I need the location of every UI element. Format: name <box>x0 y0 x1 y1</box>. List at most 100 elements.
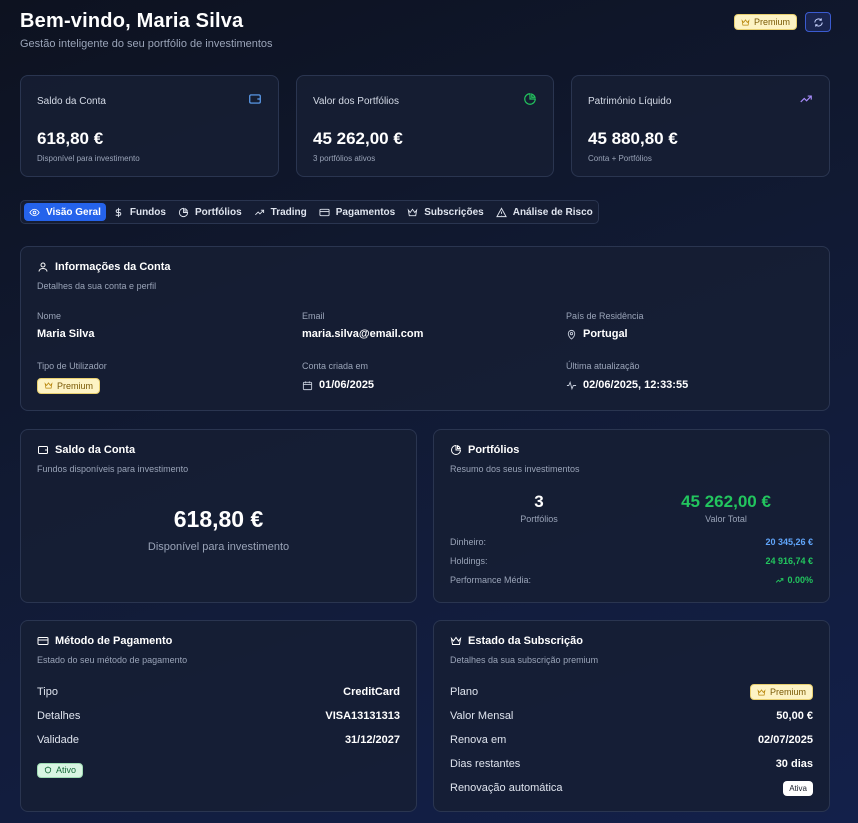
portfolio-count: 3 <box>534 492 544 511</box>
wallet-icon <box>249 94 261 104</box>
section-subtitle: Resumo dos seus investimentos <box>450 464 580 474</box>
wallet-icon <box>38 446 48 454</box>
header-actions: Premium <box>733 12 831 32</box>
crown-icon <box>407 208 418 216</box>
name-value: Maria Silva <box>37 328 95 340</box>
stat-label: Património Líquido <box>588 96 672 107</box>
refresh-button[interactable] <box>805 12 831 32</box>
stat-label: Valor dos Portfólios <box>313 96 399 107</box>
section-title: Saldo da Conta <box>37 444 135 456</box>
email-value: maria.silva@email.com <box>302 328 424 340</box>
payment-type-row: Tipo CreditCard <box>37 686 400 698</box>
shield-icon <box>44 766 52 774</box>
pie-chart-icon <box>451 444 462 455</box>
payment-method-card: Método de Pagamento Estado do seu método… <box>20 620 417 812</box>
stat-sub: 3 portfólios ativos <box>313 154 376 163</box>
pie-chart-icon <box>524 93 536 105</box>
name-label: Nome <box>37 311 62 321</box>
balance-caption: Disponível para investimento <box>147 541 290 553</box>
tab-funds[interactable]: Fundos <box>108 203 171 221</box>
map-pin-icon <box>567 329 576 340</box>
payment-details-row: Detalhes VISA13131313 <box>37 710 400 722</box>
auto-renew-row: Renovação automática Ativa <box>450 780 813 796</box>
stat-card-net-worth: Património Líquido 45 880,80 € Conta + P… <box>571 75 830 177</box>
premium-badge-label: Premium <box>753 17 790 27</box>
payment-validity-row: Validade 31/12/2027 <box>37 734 400 746</box>
cash-row: Dinheiro: 20 345,26 € <box>450 537 813 547</box>
tab-label: Pagamentos <box>335 206 396 218</box>
tab-label: Análise de Risco <box>512 206 593 218</box>
tab-risk-analysis[interactable]: Análise de Risco <box>491 203 598 221</box>
stat-value: 618,80 € <box>37 129 104 148</box>
stat-sub: Disponível para investimento <box>37 154 140 163</box>
section-subtitle: Detalhes da sua conta e perfil <box>37 281 157 291</box>
tab-label: Portfólios <box>194 206 242 218</box>
created-value: 01/06/2025 <box>302 379 374 391</box>
crown-icon <box>741 18 750 25</box>
auto-renew-badge: Ativa <box>783 780 813 796</box>
holdings-row: Holdings: 24 916,74 € <box>450 556 813 566</box>
tab-label: Fundos <box>129 206 166 218</box>
stat-sub: Conta + Portfólios <box>588 154 652 163</box>
updated-value: 02/06/2025, 12:33:55 <box>566 379 688 391</box>
tab-label: Trading <box>270 206 307 218</box>
section-title: Estado da Subscrição <box>450 635 583 647</box>
calendar-icon <box>302 380 313 390</box>
premium-badge: Premium <box>749 684 813 700</box>
trending-up-icon <box>776 577 784 583</box>
premium-badge: Premium <box>37 377 101 394</box>
user-icon <box>38 262 48 272</box>
activity-icon <box>566 380 577 390</box>
crown-icon <box>44 382 53 389</box>
country-value: Portugal <box>566 328 628 340</box>
credit-card-icon <box>37 637 49 645</box>
page-subtitle: Gestão inteligente do seu portfólio de i… <box>20 38 273 50</box>
monthly-row: Valor Mensal 50,00 € <box>450 710 813 722</box>
section-title: Portfólios <box>450 444 519 456</box>
stat-card-portfolios: Valor dos Portfólios 45 262,00 € 3 portf… <box>296 75 554 177</box>
tab-payments[interactable]: Pagamentos <box>314 203 400 221</box>
premium-badge: Premium <box>733 14 797 30</box>
section-subtitle: Detalhes da sua subscrição premium <box>450 655 599 665</box>
account-info-card: Informações da Conta Detalhes da sua con… <box>20 246 830 411</box>
credit-card-icon <box>319 208 330 216</box>
tab-label: Subscrições <box>424 206 484 218</box>
section-title: Método de Pagamento <box>37 635 172 647</box>
eye-icon <box>29 208 40 216</box>
performance-row: Performance Média: 0.00% <box>450 575 813 585</box>
balance-value: 618,80 € <box>173 506 264 532</box>
dollar-icon <box>115 207 122 217</box>
stat-label: Saldo da Conta <box>37 96 106 107</box>
crown-icon <box>450 636 462 645</box>
stat-card-balance: Saldo da Conta 618,80 € Disponível para … <box>20 75 279 177</box>
tab-subscriptions[interactable]: Subscrições <box>402 203 488 221</box>
portfolio-total: 45 262,00 € <box>681 492 771 511</box>
tab-overview[interactable]: Visão Geral <box>24 203 106 221</box>
crown-icon <box>757 688 766 695</box>
stat-value: 45 262,00 € <box>313 129 403 148</box>
refresh-icon <box>813 17 823 27</box>
section-title: Informações da Conta <box>37 261 171 273</box>
trending-up-icon <box>800 95 812 103</box>
plan-row: Plano Premium <box>450 684 813 700</box>
user-type-value: Premium <box>37 377 101 395</box>
trending-up-icon <box>254 209 264 215</box>
status-badge: Ativo <box>37 762 84 778</box>
subscription-card: Estado da Subscrição Detalhes da sua sub… <box>433 620 830 812</box>
email-label: Email <box>302 311 325 321</box>
country-label: País de Residência <box>566 311 644 321</box>
nav-tabs: Visão Geral Fundos Portfólios Trading Pa… <box>20 200 599 224</box>
pie-chart-icon <box>178 207 189 217</box>
section-subtitle: Fundos disponíveis para investimento <box>37 464 189 474</box>
section-subtitle: Estado do seu método de pagamento <box>37 655 188 665</box>
portfolio-count-label: Portfólios <box>520 514 558 524</box>
portfolios-card: Portfólios Resumo dos seus investimentos… <box>433 429 830 603</box>
tab-trading[interactable]: Trading <box>249 203 312 221</box>
updated-label: Última atualização <box>566 361 640 371</box>
payment-status: Ativo <box>37 761 84 779</box>
portfolio-total-label: Valor Total <box>705 514 747 524</box>
balance-card: Saldo da Conta Fundos disponíveis para i… <box>20 429 417 603</box>
created-label: Conta criada em <box>302 361 369 371</box>
renews-row: Renova em 02/07/2025 <box>450 734 813 746</box>
tab-portfolios[interactable]: Portfólios <box>173 203 247 221</box>
